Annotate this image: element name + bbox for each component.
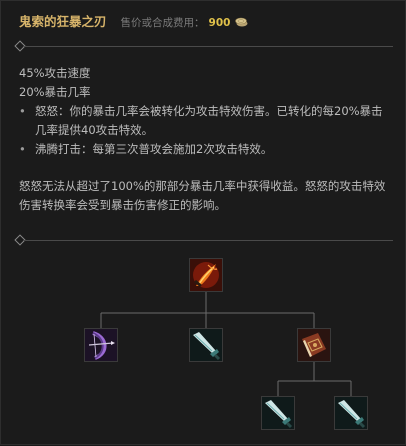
bullet-icon: • (19, 104, 26, 118)
item-tooltip: 鬼索的狂暴之刃 售价或合成费用： 900 45%攻击速度 20%暴击几率 • 怒… (0, 0, 406, 445)
tooltip-header: 鬼索的狂暴之刃 售价或合成费用： 900 (19, 11, 248, 31)
passive-item: • 沸腾打击：每第三次普攻会施加2次攻击特效。 (19, 140, 391, 159)
recipe-divider (14, 234, 393, 246)
header-divider (14, 40, 393, 52)
item-description: 45%攻击速度 20%暴击几率 • 怒怒：你的暴击几率会被转化为攻击特效伤害。已… (19, 64, 391, 215)
recurve-bow-icon[interactable] (84, 328, 118, 362)
passive-text: 沸腾打击：每第三次普攻会施加2次攻击特效。 (35, 142, 273, 156)
cost-label: 售价或合成费用： (120, 17, 205, 29)
passive-item: • 怒怒：你的暴击几率会被转化为攻击特效伤害。已转化的每20%暴击几率提供40攻… (19, 102, 391, 140)
bullet-icon: • (19, 142, 26, 156)
passive-text: 怒怒：你的暴击几率会被转化为攻击特效伤害。已转化的每20%暴击几率提供40攻击特… (35, 104, 383, 137)
pickaxe-icon[interactable] (189, 328, 223, 362)
item-note: 怒怒无法从超过了100%的那部分暴击几率中获得收益。怒怒的攻击特效伤害转换率会受… (19, 179, 386, 212)
gold-coin-icon (235, 12, 248, 27)
tome-icon[interactable] (297, 328, 331, 362)
cost-value: 900 (208, 17, 231, 29)
pickaxe-icon[interactable] (334, 396, 368, 430)
pickaxe-icon[interactable] (261, 396, 295, 430)
stat-attack-speed: 45%攻击速度 (19, 66, 91, 80)
stat-crit-chance: 20%暴击几率 (19, 85, 91, 99)
guinsoo-rageblade-icon[interactable] (189, 258, 223, 292)
item-title: 鬼索的狂暴之刃 (19, 14, 107, 29)
